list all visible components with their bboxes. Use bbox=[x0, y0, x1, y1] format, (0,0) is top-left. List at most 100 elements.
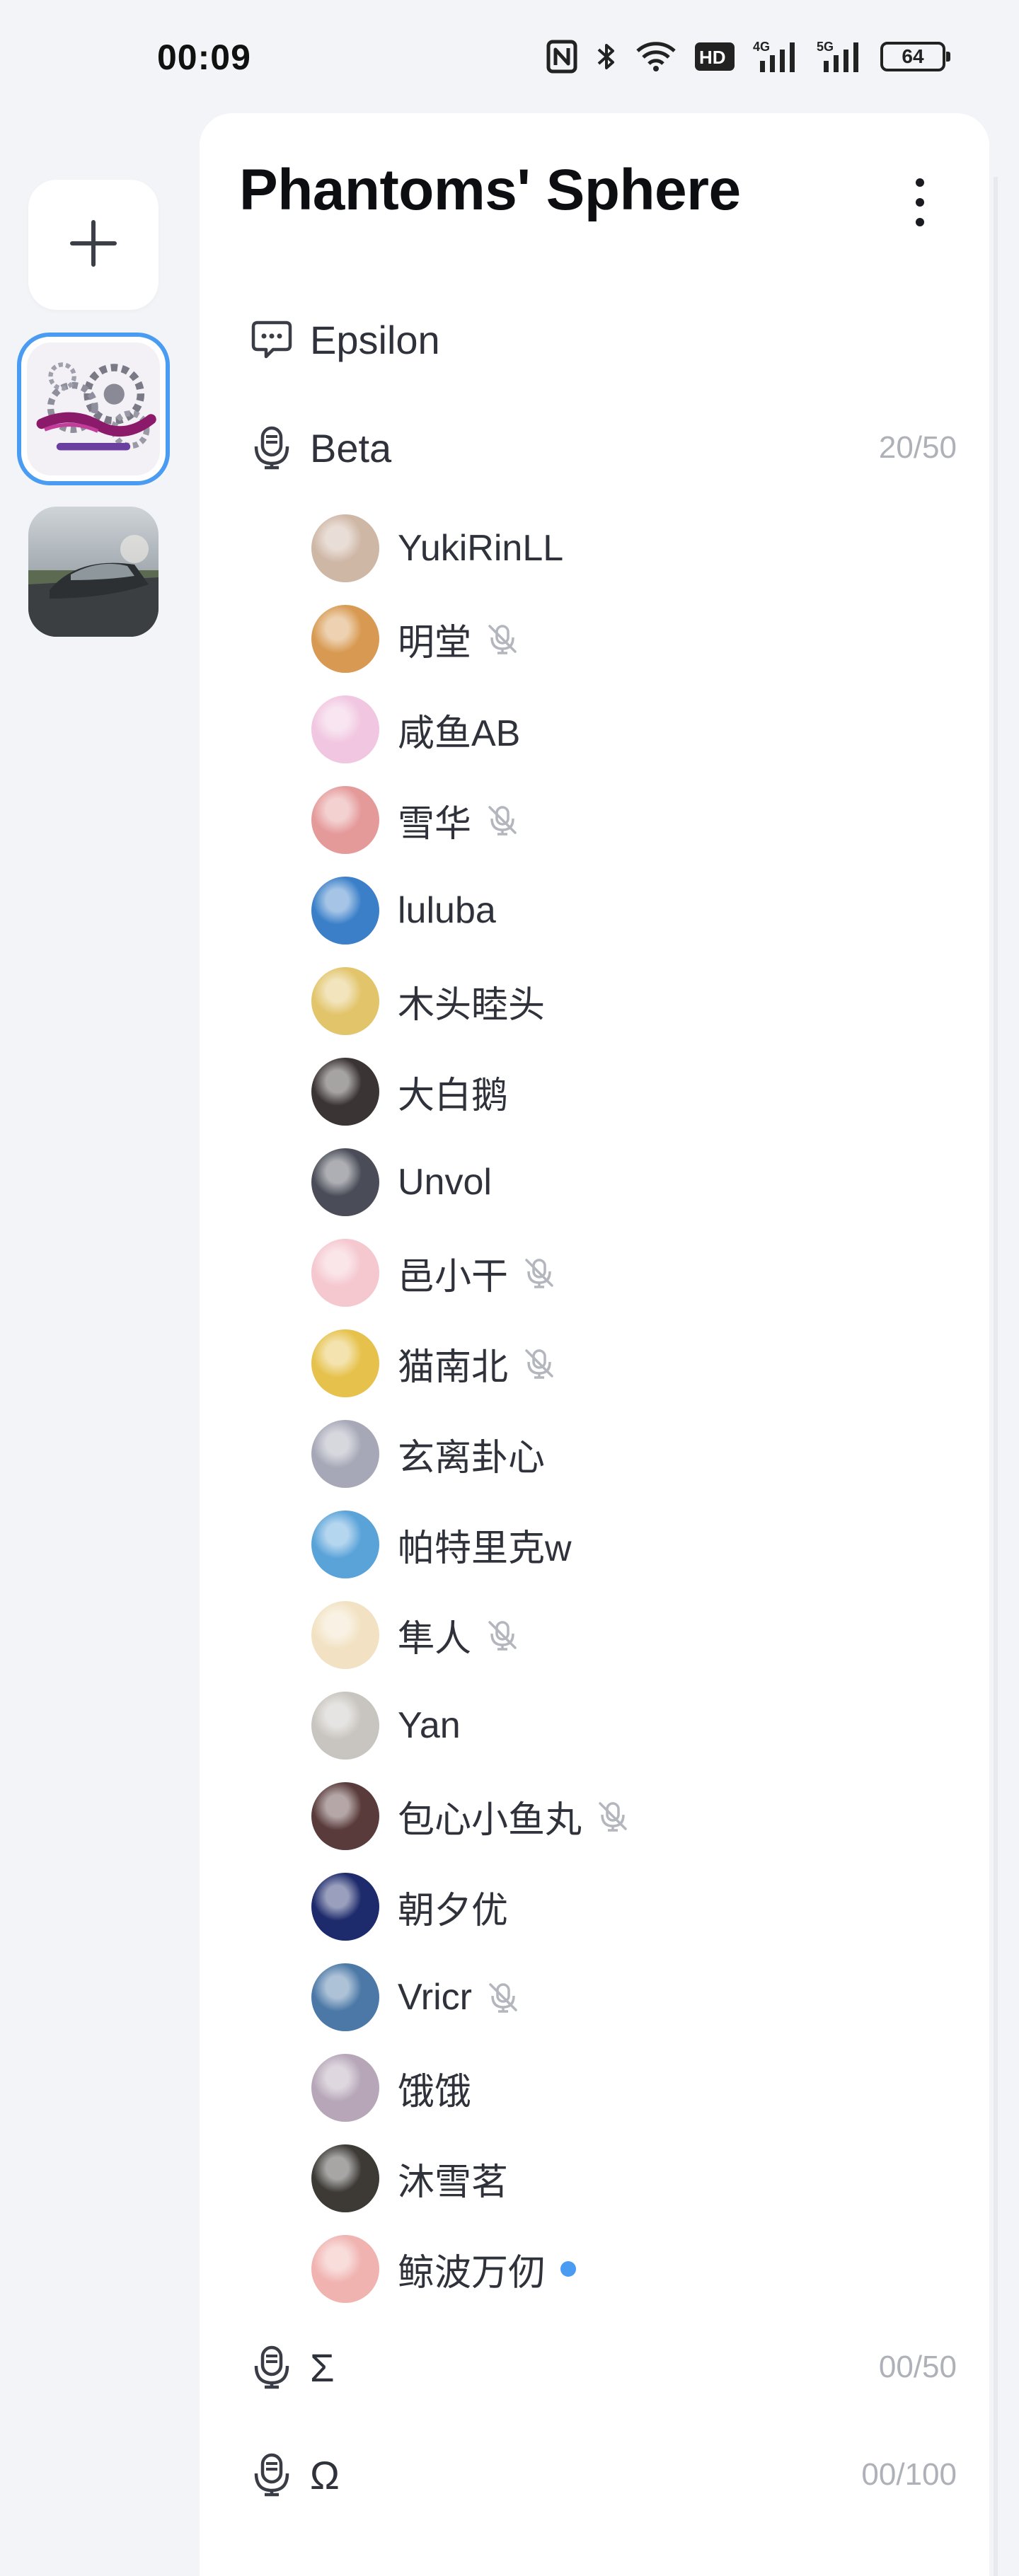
server-title: Phantoms' Sphere bbox=[239, 158, 741, 222]
member-name: 邑小干 bbox=[398, 1256, 509, 1298]
chat-bubble-icon bbox=[249, 317, 294, 362]
channel-name: Beta bbox=[310, 425, 392, 470]
channel-member-count: 00/50 bbox=[878, 2350, 957, 2384]
server-car-image bbox=[28, 507, 159, 637]
avatar bbox=[311, 1963, 379, 2031]
member-name: 朝夕优 bbox=[398, 1890, 509, 1931]
member-name: luluba bbox=[398, 890, 496, 931]
bluetooth-icon bbox=[596, 40, 617, 74]
member-row[interactable]: 大白鹅 bbox=[311, 1053, 508, 1131]
member-row[interactable]: luluba bbox=[311, 872, 496, 949]
member-name: 雪华 bbox=[398, 803, 472, 845]
member-row[interactable]: 沐雪茗 bbox=[311, 2139, 508, 2217]
mic-muted-icon bbox=[594, 1798, 631, 1835]
server-phantom-image bbox=[27, 342, 160, 475]
member-name: 玄离卦心 bbox=[398, 1437, 546, 1479]
channel-member-count: 00/100 bbox=[861, 2457, 957, 2492]
member-name: 鲸波万仞 bbox=[398, 2252, 546, 2294]
member-row[interactable]: 雪华 bbox=[311, 781, 521, 859]
member-row[interactable]: 包心小鱼丸 bbox=[311, 1777, 631, 1855]
member-row[interactable]: Unvol bbox=[311, 1143, 492, 1221]
speaking-indicator bbox=[560, 2261, 577, 2277]
scrollbar-track bbox=[994, 177, 998, 2576]
avatar bbox=[311, 877, 379, 945]
server-car[interactable] bbox=[28, 507, 159, 637]
mic-muted-icon bbox=[521, 1254, 558, 1291]
member-row[interactable]: 邑小干 bbox=[311, 1234, 558, 1312]
avatar bbox=[311, 1239, 379, 1307]
channel-omega[interactable]: Ω 00/100 bbox=[249, 2439, 957, 2510]
member-row[interactable]: 帕特里克w bbox=[311, 1506, 572, 1583]
signal-4g-icon: 4G bbox=[753, 40, 798, 74]
signal-5g-icon: 5G bbox=[817, 40, 862, 74]
mic-muted-icon bbox=[484, 620, 521, 657]
mic-muted-icon bbox=[521, 1345, 558, 1382]
channel-name: Epsilon bbox=[310, 317, 440, 362]
nfc-icon bbox=[546, 40, 577, 74]
status-time: 00:09 bbox=[157, 37, 251, 77]
mic-muted-icon bbox=[484, 1617, 521, 1653]
member-row[interactable]: Yan bbox=[311, 1687, 461, 1764]
member-row[interactable]: 隼人 bbox=[311, 1596, 521, 1674]
member-name: 咸鱼AB bbox=[398, 712, 521, 754]
member-row[interactable]: Vricr bbox=[311, 1958, 522, 2036]
avatar bbox=[311, 1873, 379, 1941]
hd-voice-icon: HD bbox=[695, 42, 735, 71]
server-phantom[interactable] bbox=[17, 333, 170, 485]
member-name: 饿饿 bbox=[398, 2071, 472, 2113]
member-name: Yan bbox=[398, 1705, 461, 1746]
channel-panel: Phantoms' Sphere Epsilon Beta 20/50 Yuki… bbox=[200, 113, 989, 2576]
member-row[interactable]: 鲸波万仞 bbox=[311, 2230, 577, 2308]
avatar bbox=[311, 1511, 379, 1578]
member-name: 隼人 bbox=[398, 1618, 472, 1660]
avatar bbox=[311, 2235, 379, 2303]
voice-channel-icon bbox=[249, 2345, 294, 2390]
member-name: 包心小鱼丸 bbox=[398, 1799, 582, 1841]
channel-sigma[interactable]: Σ 00/50 bbox=[249, 2332, 957, 2403]
avatar bbox=[311, 1329, 379, 1397]
plus-icon bbox=[68, 218, 119, 272]
avatar bbox=[311, 1601, 379, 1669]
battery-icon: 64 bbox=[880, 42, 950, 71]
member-row[interactable]: 木头睦头 bbox=[311, 962, 545, 1040]
member-row[interactable]: YukiRinLL bbox=[311, 509, 563, 587]
avatar bbox=[311, 786, 379, 854]
avatar bbox=[311, 1058, 379, 1126]
avatar bbox=[311, 2054, 379, 2122]
member-name: 明堂 bbox=[398, 622, 472, 664]
avatar bbox=[311, 967, 379, 1035]
member-row[interactable]: 猫南北 bbox=[311, 1324, 558, 1402]
member-name: 猫南北 bbox=[398, 1346, 509, 1388]
avatar bbox=[311, 695, 379, 763]
channel-name: Ω bbox=[310, 2452, 340, 2497]
avatar bbox=[311, 514, 379, 582]
channel-name: Σ bbox=[310, 2345, 335, 2390]
mic-muted-icon bbox=[485, 1979, 522, 2016]
voice-channel-icon bbox=[249, 2452, 294, 2497]
member-name: Vricr bbox=[398, 1977, 472, 2018]
member-name: 沐雪茗 bbox=[398, 2161, 509, 2203]
member-name: Unvol bbox=[398, 1162, 492, 1203]
member-name: 大白鹅 bbox=[398, 1075, 509, 1116]
member-name: 帕特里克w bbox=[398, 1527, 572, 1569]
channel-epsilon[interactable]: Epsilon bbox=[249, 304, 957, 375]
channel-beta[interactable]: Beta 20/50 bbox=[249, 412, 957, 483]
member-row[interactable]: 玄离卦心 bbox=[311, 1415, 545, 1493]
member-name: 木头睦头 bbox=[398, 984, 546, 1026]
channel-member-count: 20/50 bbox=[878, 430, 957, 465]
more-vertical-icon[interactable] bbox=[906, 174, 934, 231]
avatar bbox=[311, 2144, 379, 2212]
member-name: YukiRinLL bbox=[398, 528, 564, 569]
member-row[interactable]: 咸鱼AB bbox=[311, 691, 520, 768]
avatar bbox=[311, 1148, 379, 1216]
member-row[interactable]: 明堂 bbox=[311, 600, 521, 678]
avatar bbox=[311, 605, 379, 673]
wifi-icon bbox=[635, 41, 677, 72]
status-icons: HD 4G 5G 64 bbox=[546, 35, 950, 78]
status-bar: 00:09 HD 4G 5G 64 bbox=[0, 0, 1019, 113]
member-row[interactable]: 朝夕优 bbox=[311, 1868, 508, 1946]
avatar bbox=[311, 1420, 379, 1488]
member-row[interactable]: 饿饿 bbox=[311, 2049, 471, 2127]
avatar bbox=[311, 1692, 379, 1760]
add-server-button[interactable] bbox=[28, 180, 159, 310]
